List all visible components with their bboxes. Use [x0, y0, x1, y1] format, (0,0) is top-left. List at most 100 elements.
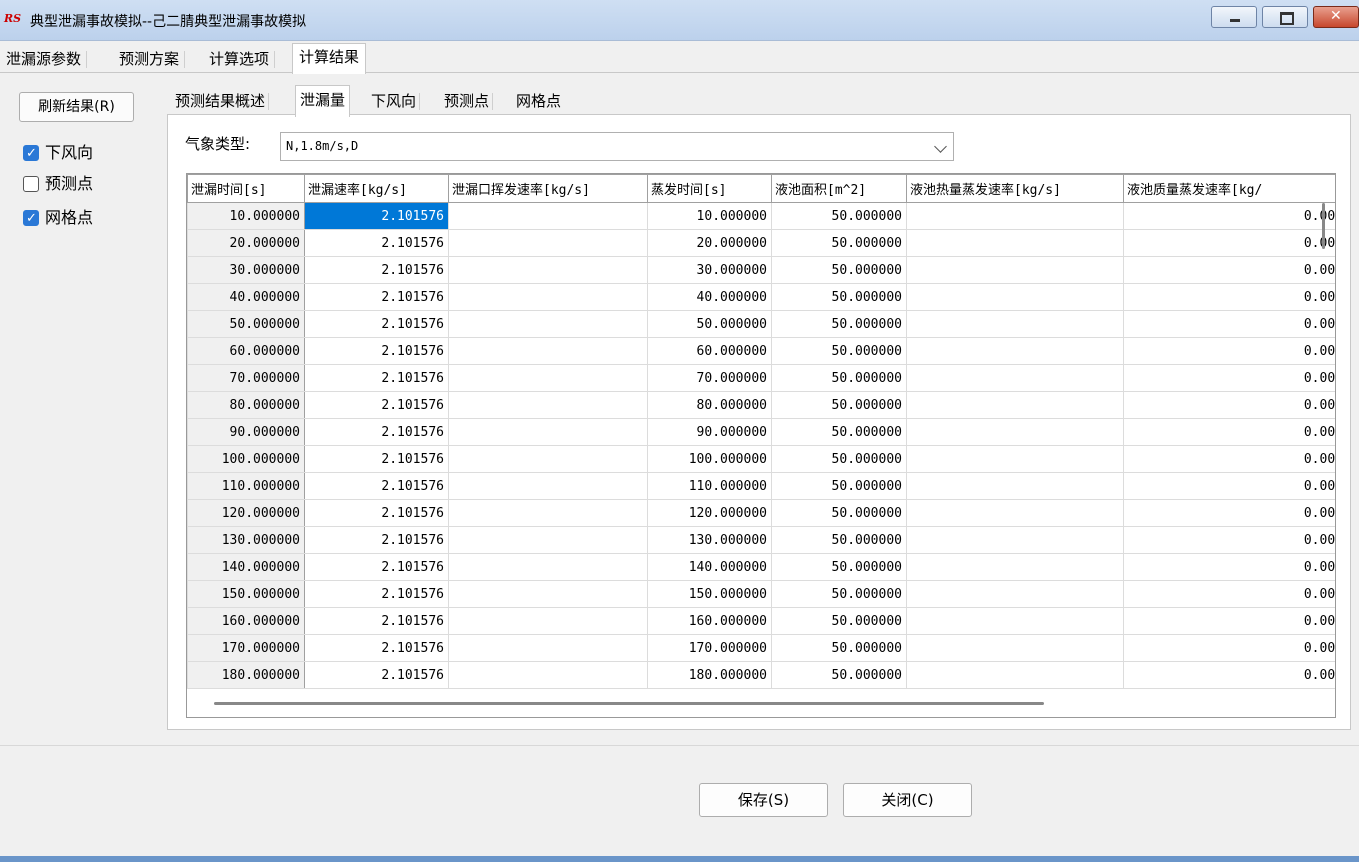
table-cell[interactable]: 0.000: [1123, 310, 1335, 338]
table-row[interactable]: 10.0000002.10157610.00000050.0000000.000: [187, 202, 1335, 230]
table-cell[interactable]: 0.000: [1123, 418, 1335, 446]
table-cell[interactable]: [448, 310, 648, 338]
table-cell[interactable]: 180.000000: [187, 661, 305, 689]
tab-calc-options[interactable]: 计算选项: [203, 47, 276, 72]
table-cell[interactable]: [448, 229, 648, 257]
table-cell[interactable]: [448, 256, 648, 284]
close-button[interactable]: 关闭(C): [843, 783, 972, 817]
table-cell[interactable]: 130.000000: [647, 526, 772, 554]
table-cell[interactable]: 80.000000: [187, 391, 305, 419]
table-cell[interactable]: 50.000000: [771, 553, 907, 581]
table-cell[interactable]: [906, 283, 1124, 311]
table-cell[interactable]: 80.000000: [647, 391, 772, 419]
tab-prediction-scheme[interactable]: 预测方案: [113, 47, 186, 72]
column-header[interactable]: 泄漏时间[s]: [187, 174, 305, 203]
table-cell[interactable]: [906, 607, 1124, 635]
table-cell[interactable]: [448, 283, 648, 311]
table-row[interactable]: 170.000000 2.101576 170.000000 50.000000 0.0…: [187, 634, 1335, 662]
table-cell[interactable]: [448, 634, 648, 662]
table-cell[interactable]: 50.000000: [771, 364, 907, 392]
save-button[interactable]: 保存(S): [699, 783, 828, 817]
table-cell[interactable]: 180.000000: [647, 661, 772, 689]
tab-grid-points[interactable]: 网格点: [512, 89, 565, 114]
table-cell[interactable]: 100.000000: [647, 445, 772, 473]
table-cell[interactable]: 50.000000: [771, 499, 907, 527]
table-row[interactable]: 20.0000002.10157620.00000050.0000000.000: [187, 229, 1335, 257]
table-row[interactable]: 50.0000002.10157650.00000050.0000000.000: [187, 310, 1335, 338]
table-cell[interactable]: [906, 202, 1124, 230]
table-cell[interactable]: 20.000000: [187, 229, 305, 257]
table-cell[interactable]: 30.000000: [647, 256, 772, 284]
table-cell[interactable]: 0.000: [1123, 364, 1335, 392]
table-cell[interactable]: 0.000: [1123, 553, 1335, 581]
chevron-down-icon[interactable]: [934, 140, 947, 153]
table-cell[interactable]: 120.000000: [647, 499, 772, 527]
table-cell[interactable]: 2.101576: [304, 580, 449, 608]
table-cell[interactable]: [906, 661, 1124, 689]
table-cell[interactable]: 10.000000: [647, 202, 772, 230]
table-cell[interactable]: 0.000: [1123, 283, 1335, 311]
table-cell[interactable]: 170.000000: [187, 634, 305, 662]
table-cell[interactable]: [906, 553, 1124, 581]
tab-leak-source-params[interactable]: 泄漏源参数: [0, 47, 88, 72]
table-cell[interactable]: [448, 337, 648, 365]
table-cell[interactable]: 50.000000: [187, 310, 305, 338]
table-cell[interactable]: 2.101576: [304, 661, 449, 689]
table-cell[interactable]: 70.000000: [647, 364, 772, 392]
table-cell[interactable]: 140.000000: [647, 553, 772, 581]
table-cell[interactable]: 0.000: [1123, 661, 1335, 689]
table-cell[interactable]: 40.000000: [647, 283, 772, 311]
column-header[interactable]: 液池面积[m^2]: [771, 174, 907, 203]
table-row[interactable]: 180.000000 2.101576 180.000000 50.000000 0.0…: [187, 661, 1335, 689]
table-cell[interactable]: 60.000000: [647, 337, 772, 365]
table-cell[interactable]: [906, 229, 1124, 257]
checkbox-checked-icon[interactable]: [23, 208, 39, 230]
table-cell[interactable]: 2.101576: [304, 337, 449, 365]
column-header[interactable]: 蒸发时间[s]: [647, 174, 772, 203]
table-cell[interactable]: 2.101576: [304, 391, 449, 419]
table-cell[interactable]: 160.000000: [647, 607, 772, 635]
checkbox-prediction-points[interactable]: 预测点: [23, 173, 93, 195]
table-cell[interactable]: [448, 364, 648, 392]
minimize-button[interactable]: [1211, 6, 1257, 28]
table-cell[interactable]: 2.101576: [304, 553, 449, 581]
table-cell[interactable]: 50.000000: [771, 634, 907, 662]
table-cell[interactable]: 50.000000: [771, 661, 907, 689]
table-cell[interactable]: 50.000000: [647, 310, 772, 338]
table-cell[interactable]: 0.000: [1123, 445, 1335, 473]
checkbox-unchecked-icon[interactable]: [23, 176, 39, 192]
table-cell[interactable]: 2.101576: [304, 283, 449, 311]
table-cell[interactable]: [448, 445, 648, 473]
table-row[interactable]: 130.000000 2.101576 130.000000 50.000000 0.0…: [187, 526, 1335, 554]
table-row[interactable]: 120.000000 2.101576 120.000000 50.000000 0.0…: [187, 499, 1335, 527]
table-cell[interactable]: 2.101576: [304, 472, 449, 500]
table-cell[interactable]: 150.000000: [647, 580, 772, 608]
table-cell[interactable]: 2.101576: [304, 445, 449, 473]
column-header[interactable]: 液池质量蒸发速率[kg/: [1123, 174, 1335, 203]
table-row[interactable]: 80.0000002.10157680.00000050.0000000.000: [187, 391, 1335, 419]
table-cell[interactable]: 60.000000: [187, 337, 305, 365]
table-cell[interactable]: 0.000: [1123, 472, 1335, 500]
column-header[interactable]: 泄漏口挥发速率[kg/s]: [448, 174, 648, 203]
table-cell[interactable]: 160.000000: [187, 607, 305, 635]
table-cell[interactable]: [448, 202, 648, 230]
horizontal-scrollbar[interactable]: [214, 702, 1044, 705]
table-cell[interactable]: [448, 580, 648, 608]
table-cell[interactable]: [906, 445, 1124, 473]
table-cell[interactable]: 40.000000: [187, 283, 305, 311]
column-header[interactable]: 泄漏速率[kg/s]: [304, 174, 449, 203]
table-row[interactable]: 150.000000 2.101576 150.000000 50.000000 0.0…: [187, 580, 1335, 608]
table-cell[interactable]: 0.000: [1123, 391, 1335, 419]
table-row[interactable]: 40.0000002.10157640.00000050.0000000.000: [187, 283, 1335, 311]
table-cell[interactable]: 2.101576: [304, 418, 449, 446]
table-cell[interactable]: 50.000000: [771, 391, 907, 419]
table-cell[interactable]: 150.000000: [187, 580, 305, 608]
refresh-results-button[interactable]: 刷新结果(R): [19, 92, 134, 122]
table-cell[interactable]: 50.000000: [771, 526, 907, 554]
table-cell[interactable]: 50.000000: [771, 256, 907, 284]
table-cell[interactable]: 2.101576: [304, 364, 449, 392]
table-cell[interactable]: 2.101576: [304, 526, 449, 554]
table-row[interactable]: 90.0000002.10157690.00000050.0000000.000: [187, 418, 1335, 446]
table-cell[interactable]: 2.101576: [304, 607, 449, 635]
table-cell[interactable]: 0.000: [1123, 634, 1335, 662]
